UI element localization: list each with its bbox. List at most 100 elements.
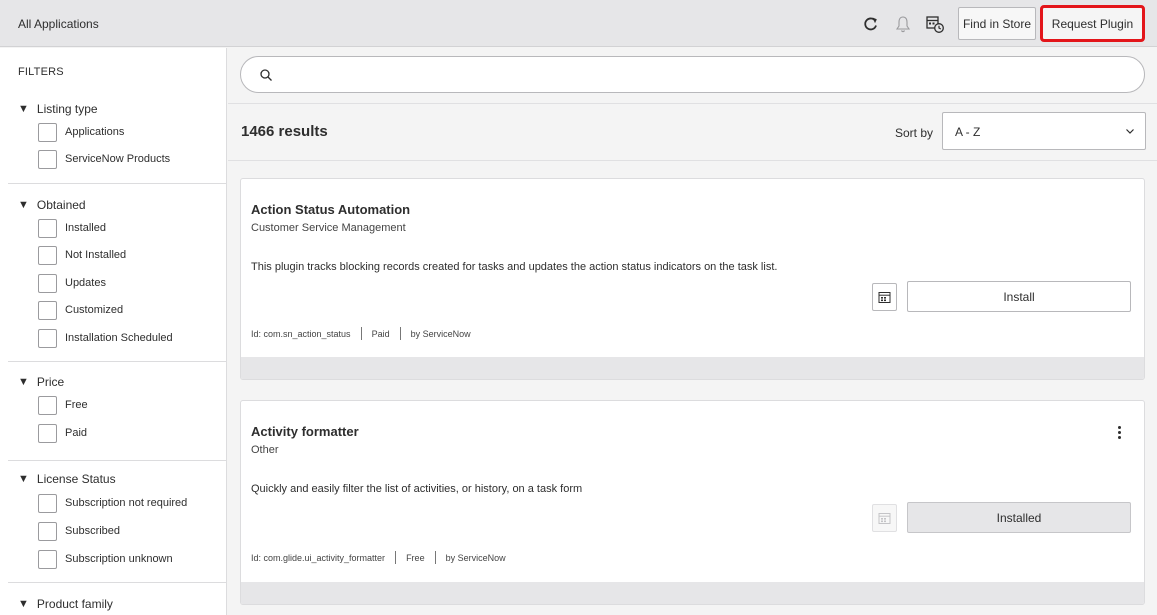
divider	[360, 327, 362, 340]
filter-option-servicenow-products[interactable]: ServiceNow Products	[38, 149, 170, 169]
checkbox[interactable]	[38, 218, 57, 238]
filter-option-label: Applications	[65, 126, 125, 138]
plugin-title[interactable]: Activity formatter	[251, 424, 359, 439]
checkbox[interactable]	[38, 328, 57, 348]
filters-sidebar: FILTERS ▼ Listing type Applications Serv…	[0, 48, 227, 615]
calendar-icon	[878, 291, 891, 303]
card-footer	[241, 357, 1144, 379]
filter-option-free[interactable]: Free	[38, 395, 88, 415]
filter-option-applications[interactable]: Applications	[38, 122, 124, 142]
checkbox[interactable]	[38, 521, 57, 541]
find-in-store-button[interactable]: Find in Store	[958, 7, 1036, 40]
collapse-triangle-icon: ▼	[18, 376, 29, 388]
sort-by-label: Sort by	[895, 126, 934, 140]
checkbox[interactable]	[38, 245, 57, 265]
search-input[interactable]	[285, 65, 1125, 85]
schedule-install-button	[872, 504, 897, 532]
checkbox[interactable]	[38, 549, 57, 569]
filter-option-label: ServiceNow Products	[65, 153, 171, 165]
chevron-down-icon	[1125, 125, 1135, 135]
results-count: 1466 results	[241, 123, 328, 140]
filter-option-updates[interactable]: Updates	[38, 273, 106, 293]
filter-option-label: Updates	[65, 277, 106, 289]
filter-group-label: License Status	[36, 472, 116, 486]
collapse-triangle-icon: ▼	[18, 473, 29, 485]
top-header: All Applications Find in Store Request P…	[0, 0, 1157, 47]
divider	[8, 460, 226, 461]
checkbox[interactable]	[38, 395, 57, 415]
divider	[434, 551, 436, 564]
filter-option-label: Installed	[65, 222, 106, 234]
filter-option-subscription-unknown[interactable]: Subscription unknown	[38, 549, 173, 569]
plugin-meta: Id: com.sn_action_status Paid by Service…	[251, 327, 471, 340]
divider	[8, 183, 226, 184]
more-options-icon[interactable]	[1114, 423, 1124, 441]
sort-select-value: A - Z	[955, 125, 981, 139]
filter-option-installation-scheduled[interactable]: Installation Scheduled	[38, 328, 173, 348]
calendar-clock-icon[interactable]	[924, 13, 946, 35]
card-footer	[241, 582, 1144, 604]
filter-option-paid[interactable]: Paid	[38, 423, 87, 443]
divider	[8, 361, 226, 362]
filter-group-label: Listing type	[36, 102, 98, 116]
search-bar[interactable]	[240, 56, 1145, 93]
filter-group-label: Product family	[36, 597, 113, 611]
filter-option-not-installed[interactable]: Not Installed	[38, 245, 126, 265]
schedule-install-button[interactable]	[872, 283, 897, 311]
plugin-subtitle: Other	[251, 444, 279, 456]
sort-select[interactable]: A - Z	[942, 112, 1146, 150]
checkbox[interactable]	[38, 493, 57, 513]
plugin-card: Action Status Automation Customer Servic…	[240, 178, 1145, 380]
calendar-icon	[878, 512, 891, 524]
install-button[interactable]: Install	[907, 281, 1131, 312]
filter-option-label: Subscription not required	[65, 497, 188, 509]
filter-group-header[interactable]: ▼ Obtained	[18, 198, 86, 212]
filter-group-header[interactable]: ▼ Product family	[18, 597, 113, 611]
filter-group-label: Price	[36, 375, 65, 389]
filter-group-header[interactable]: ▼ Listing type	[18, 102, 98, 116]
bell-icon[interactable]	[892, 13, 914, 35]
page-title: All Applications	[18, 17, 99, 31]
checkbox[interactable]	[38, 122, 57, 142]
filter-group-header[interactable]: ▼ License Status	[18, 472, 116, 486]
plugin-description: Quickly and easily filter the list of ac…	[251, 483, 583, 495]
divider	[395, 551, 397, 564]
filter-option-label: Not Installed	[65, 249, 127, 261]
plugin-title[interactable]: Action Status Automation	[251, 202, 410, 217]
filter-option-label: Subscription unknown	[65, 553, 173, 565]
request-plugin-button[interactable]: Request Plugin	[1040, 5, 1145, 42]
plugin-description: This plugin tracks blocking records crea…	[251, 261, 778, 273]
filter-option-label: Subscribed	[65, 525, 121, 537]
filter-option-label: Free	[65, 399, 88, 411]
collapse-triangle-icon: ▼	[18, 103, 29, 115]
plugin-id: Id: com.glide.ui_activity_formatter	[251, 552, 386, 563]
plugin-price: Paid	[371, 328, 390, 339]
filter-option-label: Paid	[65, 427, 88, 439]
filters-title: FILTERS	[18, 66, 64, 78]
filter-option-subscribed[interactable]: Subscribed	[38, 521, 120, 541]
checkbox[interactable]	[38, 300, 57, 320]
checkbox[interactable]	[38, 423, 57, 443]
search-icon	[259, 68, 273, 82]
refresh-icon[interactable]	[860, 13, 882, 35]
collapse-triangle-icon: ▼	[18, 199, 29, 211]
plugin-price: Free	[406, 552, 425, 563]
plugin-subtitle: Customer Service Management	[251, 222, 406, 234]
filter-group-header[interactable]: ▼ Price	[18, 375, 64, 389]
main-content: 1466 results Sort by A - Z Action Status…	[228, 48, 1157, 615]
divider	[399, 327, 401, 340]
collapse-triangle-icon: ▼	[18, 598, 29, 610]
filter-option-installed[interactable]: Installed	[38, 218, 106, 238]
installed-button: Installed	[907, 502, 1131, 533]
filter-option-label: Customized	[65, 304, 124, 316]
plugin-vendor: by ServiceNow	[445, 552, 506, 563]
checkbox[interactable]	[38, 273, 57, 293]
checkbox[interactable]	[38, 149, 57, 169]
plugin-card: Activity formatter Other Quickly and eas…	[240, 400, 1145, 605]
filter-option-subscription-not-required[interactable]: Subscription not required	[38, 493, 187, 513]
plugin-meta: Id: com.glide.ui_activity_formatter Free…	[251, 551, 506, 564]
results-bar: 1466 results Sort by A - Z	[228, 103, 1157, 161]
divider	[8, 582, 226, 583]
filter-option-customized[interactable]: Customized	[38, 300, 123, 320]
filter-group-label: Obtained	[36, 198, 86, 212]
